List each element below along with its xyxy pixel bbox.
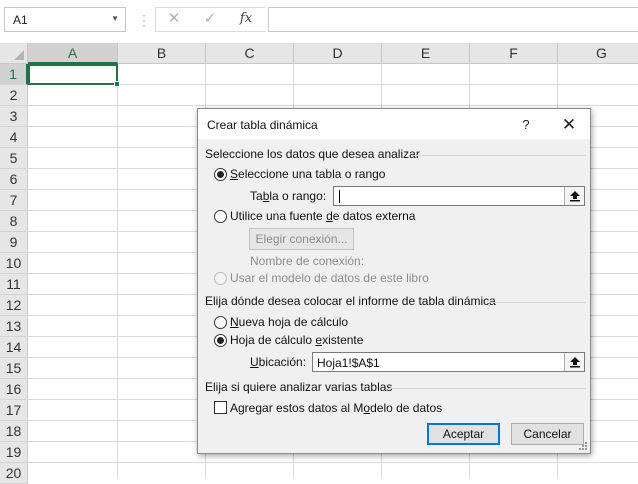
cancel-button[interactable]: Cancelar	[511, 423, 584, 445]
cancel-entry-icon[interactable]: ✕	[163, 9, 185, 29]
column-header-a[interactable]: A	[28, 43, 118, 64]
selected-cell-a1[interactable]	[28, 64, 118, 85]
fill-handle[interactable]	[114, 81, 120, 87]
row-header-4[interactable]: 4	[0, 127, 28, 148]
enter-entry-icon[interactable]: ✓	[199, 9, 221, 29]
row-header-5[interactable]: 5	[0, 148, 28, 169]
chevron-down-icon[interactable]: ▼	[111, 14, 119, 23]
range-select-icon	[570, 191, 580, 202]
name-box-value: A1	[13, 13, 28, 27]
radio-new-sheet-label[interactable]: Nueva hoja de cálculo	[230, 315, 348, 329]
radio-select-table[interactable]	[214, 168, 227, 181]
grip-dots-icon: ⋮	[137, 12, 151, 28]
add-to-data-model-checkbox[interactable]	[214, 401, 227, 414]
row-header-11[interactable]: 11	[0, 274, 28, 295]
radio-select-table-label[interactable]: Seleccione una tabla o rango	[230, 167, 385, 181]
column-header-d[interactable]: D	[294, 43, 382, 64]
divider	[411, 155, 586, 156]
column-header-b[interactable]: B	[118, 43, 206, 64]
row-header-12[interactable]: 12	[0, 295, 28, 316]
radio-new-sheet[interactable]	[214, 316, 227, 329]
row-header-16[interactable]: 16	[0, 379, 28, 400]
column-header-g[interactable]: G	[558, 43, 638, 64]
range-select-icon	[570, 357, 580, 368]
text-caret	[339, 190, 340, 203]
row-header-14[interactable]: 14	[0, 337, 28, 358]
radio-external-source-label[interactable]: Utilice una fuente de datos externa	[230, 209, 415, 223]
formula-input[interactable]	[268, 7, 638, 32]
location-label: Ubicación:	[250, 355, 307, 369]
row-header-1[interactable]: 1	[0, 64, 28, 85]
connection-name-label: Nombre de conexión:	[250, 254, 365, 268]
row-header-7[interactable]: 7	[0, 190, 28, 211]
column-header-e[interactable]: E	[382, 43, 470, 64]
collapse-range-button[interactable]	[564, 187, 584, 205]
row-header-13[interactable]: 13	[0, 316, 28, 337]
table-range-label: Tabla o rango:	[250, 189, 327, 203]
row-header-10[interactable]: 10	[0, 253, 28, 274]
row-header-15[interactable]: 15	[0, 358, 28, 379]
radio-existing-sheet-label[interactable]: Hoja de cálculo existente	[230, 333, 363, 347]
help-icon[interactable]: ?	[516, 115, 536, 135]
choose-connection-button[interactable]: Elegir conexión...	[249, 228, 354, 250]
dialog-title: Crear tabla dinámica	[207, 118, 318, 132]
row-header-8[interactable]: 8	[0, 211, 28, 232]
row-header-3[interactable]: 3	[0, 106, 28, 127]
dialog-title-bar[interactable]: Crear tabla dinámica ? ✕	[198, 109, 590, 139]
section-placement-label: Elija dónde desea colocar el informe de …	[205, 294, 496, 308]
radio-existing-sheet[interactable]	[214, 334, 227, 347]
row-header-17[interactable]: 17	[0, 400, 28, 421]
ok-button[interactable]: Aceptar	[427, 423, 500, 445]
close-icon[interactable]: ✕	[558, 114, 580, 136]
select-all-triangle-icon	[14, 50, 24, 60]
insert-function-icon[interactable]: fx	[235, 9, 257, 29]
row-header-19[interactable]: 19	[0, 442, 28, 463]
row-header-20[interactable]: 20	[0, 463, 28, 484]
section-select-data-label: Seleccione los datos que desea analizar	[205, 147, 420, 161]
location-input[interactable]: Hoja1!$A$1	[312, 352, 585, 372]
row-header-2[interactable]: 2	[0, 85, 28, 106]
section-multiple-tables-label: Elija si quiere analizar varias tablas	[205, 380, 393, 394]
table-range-input[interactable]	[333, 186, 585, 206]
add-to-data-model-label[interactable]: Agregar estos datos al Modelo de datos	[230, 401, 442, 415]
radio-data-model-label[interactable]: Usar el modelo de datos de este libro	[230, 271, 429, 285]
select-all-corner[interactable]	[0, 43, 28, 64]
row-header-6[interactable]: 6	[0, 169, 28, 190]
radio-data-model[interactable]	[214, 272, 227, 285]
radio-external-source[interactable]	[214, 210, 227, 223]
column-header-c[interactable]: C	[206, 43, 294, 64]
gridline	[28, 462, 638, 463]
row-header-18[interactable]: 18	[0, 421, 28, 442]
gridline	[28, 105, 638, 106]
column-header-f[interactable]: F	[470, 43, 558, 64]
resize-grip-icon[interactable]	[578, 441, 588, 451]
create-pivottable-dialog: Crear tabla dinámica ? ✕ Seleccione los …	[197, 108, 591, 454]
divider	[388, 388, 586, 389]
name-box[interactable]: A1 ▼	[4, 7, 126, 32]
divider	[490, 302, 586, 303]
formula-bar: A1 ▼ ⋮ ✕ ✓ fx	[0, 0, 638, 42]
row-header-9[interactable]: 9	[0, 232, 28, 253]
collapse-location-button[interactable]	[564, 353, 584, 371]
